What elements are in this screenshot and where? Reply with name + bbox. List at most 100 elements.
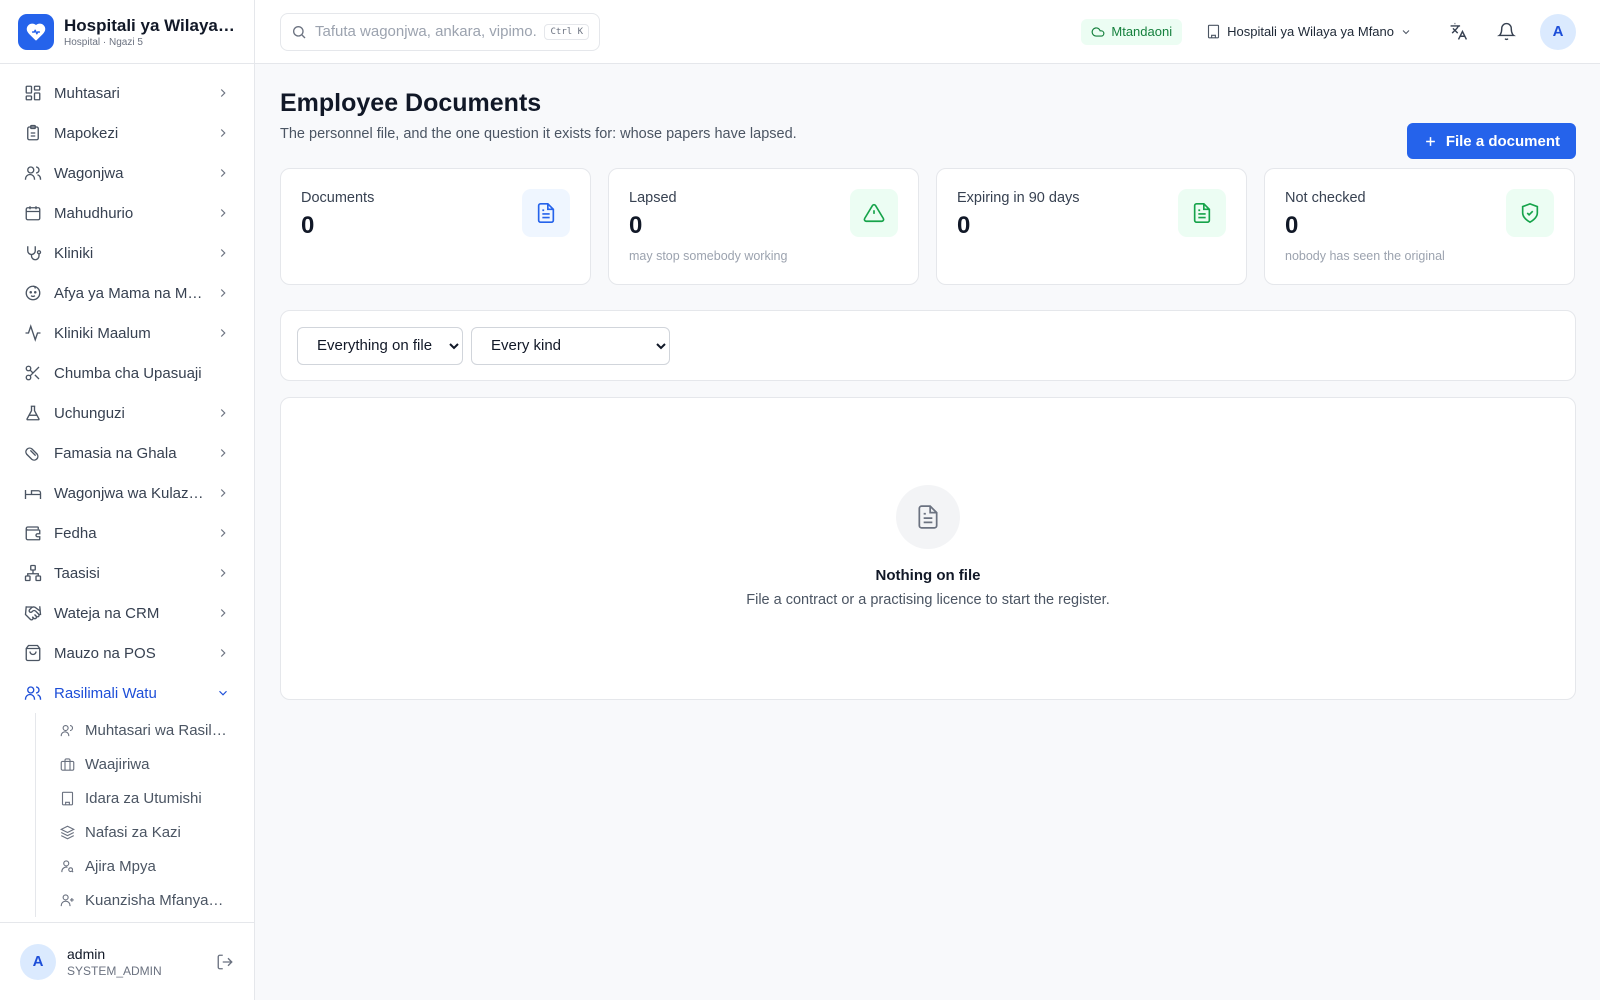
stat-note: nobody has seen the original bbox=[1285, 249, 1445, 263]
chevron-right-icon bbox=[220, 329, 226, 337]
flask-icon bbox=[26, 405, 40, 421]
document-icon bbox=[522, 189, 570, 237]
subnav-item-kuanzisha[interactable]: Kuanzisha Mfanyakazi bbox=[60, 883, 254, 917]
stethoscope-icon bbox=[27, 246, 42, 261]
sidebar-item-muhtasari[interactable]: Muhtasari bbox=[0, 73, 254, 113]
sidebar-item-mapokezi[interactable]: Mapokezi bbox=[0, 113, 254, 153]
chevron-right-icon bbox=[220, 289, 226, 297]
notifications-button[interactable] bbox=[1486, 12, 1526, 52]
facility-name: Hospitali ya Wilaya ya Mfano bbox=[1227, 24, 1394, 39]
chevron-right-icon bbox=[220, 489, 226, 497]
search-box[interactable]: Ctrl K bbox=[280, 12, 600, 51]
language-button[interactable] bbox=[1438, 12, 1478, 52]
chevron-right-icon bbox=[220, 89, 226, 97]
page-subtitle: The personnel file, and the one question… bbox=[280, 126, 797, 142]
sidebar-item-label: Afya ya Mama na Mtoto bbox=[54, 284, 204, 302]
scope-filter-select[interactable]: Everything on file bbox=[297, 326, 463, 365]
document-icon bbox=[1178, 189, 1226, 237]
user-panel: A admin SYSTEM_ADMIN bbox=[0, 922, 254, 1000]
search-input[interactable] bbox=[315, 23, 537, 40]
bed-icon bbox=[24, 490, 42, 499]
sidebar-nav: Muhtasari Mapokezi Wagonjwa Mahudhurio K… bbox=[0, 64, 254, 917]
pill-icon bbox=[25, 447, 39, 461]
users-icon bbox=[24, 686, 42, 700]
cloud-icon bbox=[1091, 26, 1105, 37]
subnav-item-muhtasari-hr[interactable]: Muhtasari wa Rasilimali Watu bbox=[60, 713, 254, 747]
shortcut-hint: Ctrl K bbox=[544, 23, 589, 40]
main-content: Employee Documents The personnel file, a… bbox=[280, 64, 1576, 700]
sidebar-item-fedha[interactable]: Fedha bbox=[0, 513, 254, 553]
briefcase-icon bbox=[60, 757, 75, 771]
logout-icon[interactable] bbox=[216, 953, 234, 971]
sidebar-item-label: Fedha bbox=[54, 524, 97, 542]
brand-subtitle: Hospital · Ngazi 5 bbox=[64, 36, 143, 48]
file-document-button[interactable]: File a document bbox=[1406, 123, 1576, 159]
subnav-item-waajiriwa[interactable]: Waajiriwa bbox=[60, 747, 254, 781]
activity-icon bbox=[25, 324, 41, 342]
sidebar-item-famasia[interactable]: Famasia na Ghala bbox=[0, 433, 254, 473]
online-status-label: Mtandaoni bbox=[1111, 24, 1173, 39]
empty-state: Nothing on file File a contract or a pra… bbox=[280, 397, 1576, 700]
sidebar-item-wagonjwa[interactable]: Wagonjwa bbox=[0, 153, 254, 193]
subnav-item-idara[interactable]: Idara za Utumishi bbox=[60, 781, 254, 815]
subnav-item-nafasi[interactable]: Nafasi za Kazi bbox=[60, 815, 254, 849]
subnav-item-ajira-mpya[interactable]: Ajira Mpya bbox=[60, 849, 254, 883]
sidebar: Hospitali ya Wilaya ya Mfano Hospital · … bbox=[0, 0, 255, 1000]
stat-card-documents: Documents 0 bbox=[280, 168, 591, 285]
sidebar-item-uchunguzi[interactable]: Uchunguzi bbox=[0, 393, 254, 433]
brand-name: Hospitali ya Wilaya ya Mfano bbox=[64, 15, 236, 35]
sidebar-item-chumba-upasuaji[interactable]: Chumba cha Upasuaji bbox=[0, 353, 254, 393]
chevron-right-icon bbox=[220, 209, 226, 217]
sidebar-item-wateja-crm[interactable]: Wateja na CRM bbox=[0, 593, 254, 633]
empty-state-title: Nothing on file bbox=[875, 567, 981, 584]
sidebar-item-rasilimali-watu[interactable]: Rasilimali Watu bbox=[0, 673, 254, 713]
sidebar-item-mahudhurio[interactable]: Mahudhurio bbox=[0, 193, 254, 233]
clipboard-icon bbox=[27, 124, 39, 141]
sidebar-item-kliniki-maalum[interactable]: Kliniki Maalum bbox=[0, 313, 254, 353]
stat-card-expiring: Expiring in 90 days 0 bbox=[936, 168, 1247, 285]
sidebar-item-taasisi[interactable]: Taasisi bbox=[0, 553, 254, 593]
network-icon bbox=[24, 564, 42, 582]
sidebar-item-label: Kliniki Maalum bbox=[54, 324, 151, 342]
dashboard-icon bbox=[25, 85, 41, 101]
sidebar-item-kliniki[interactable]: Kliniki bbox=[0, 233, 254, 273]
stats-row: Documents 0 Lapsed 0 may stop somebody w… bbox=[280, 168, 1576, 285]
kind-filter-select[interactable]: Every kind bbox=[471, 326, 670, 365]
facility-switcher[interactable]: Hospitali ya Wilaya ya Mfano bbox=[1206, 24, 1412, 39]
users-icon bbox=[24, 166, 42, 180]
hr-subnav: Muhtasari wa Rasilimali Watu Waajiriwa I… bbox=[35, 713, 254, 917]
sidebar-item-label: Wagonjwa bbox=[54, 164, 124, 182]
chevron-right-icon bbox=[220, 449, 226, 457]
handshake-icon bbox=[24, 606, 42, 621]
sidebar-item-label: Mauzo na POS bbox=[54, 644, 156, 662]
translate-icon bbox=[1450, 22, 1467, 40]
chevron-right-icon bbox=[220, 569, 226, 577]
chevron-right-icon bbox=[220, 609, 226, 617]
chevron-right-icon bbox=[220, 649, 226, 657]
chevron-right-icon bbox=[220, 409, 226, 417]
sidebar-item-afya-mama-mtoto[interactable]: Afya ya Mama na Mtoto bbox=[0, 273, 254, 313]
warning-icon bbox=[850, 189, 898, 237]
shopping-bag-icon bbox=[25, 644, 41, 662]
chevron-right-icon bbox=[220, 529, 226, 537]
stat-card-lapsed: Lapsed 0 may stop somebody working bbox=[608, 168, 919, 285]
document-icon bbox=[896, 485, 960, 549]
file-document-label: File a document bbox=[1445, 132, 1560, 150]
brand[interactable]: Hospitali ya Wilaya ya Mfano Hospital · … bbox=[0, 0, 254, 64]
sidebar-item-label: Chumba cha Upasuaji bbox=[54, 364, 202, 382]
sidebar-item-label: Famasia na Ghala bbox=[54, 444, 177, 462]
wallet-icon bbox=[25, 526, 41, 541]
sidebar-item-label: Mahudhurio bbox=[54, 204, 134, 222]
subnav-item-label: Waajiriwa bbox=[85, 755, 150, 773]
stat-note: may stop somebody working bbox=[629, 249, 788, 263]
chevron-right-icon bbox=[220, 129, 226, 137]
profile-avatar[interactable]: A bbox=[1540, 13, 1576, 50]
subnav-item-label: Ajira Mpya bbox=[85, 857, 156, 875]
sidebar-item-label: Kliniki bbox=[54, 244, 94, 262]
user-plus-icon bbox=[60, 893, 74, 906]
stat-card-not-checked: Not checked 0 nobody has seen the origin… bbox=[1264, 168, 1575, 285]
avatar[interactable]: A bbox=[20, 943, 56, 980]
filter-bar: Everything on file Every kind bbox=[280, 310, 1576, 381]
sidebar-item-kulazwa[interactable]: Wagonjwa wa Kulazwa bbox=[0, 473, 254, 513]
sidebar-item-mauzo-pos[interactable]: Mauzo na POS bbox=[0, 633, 254, 673]
